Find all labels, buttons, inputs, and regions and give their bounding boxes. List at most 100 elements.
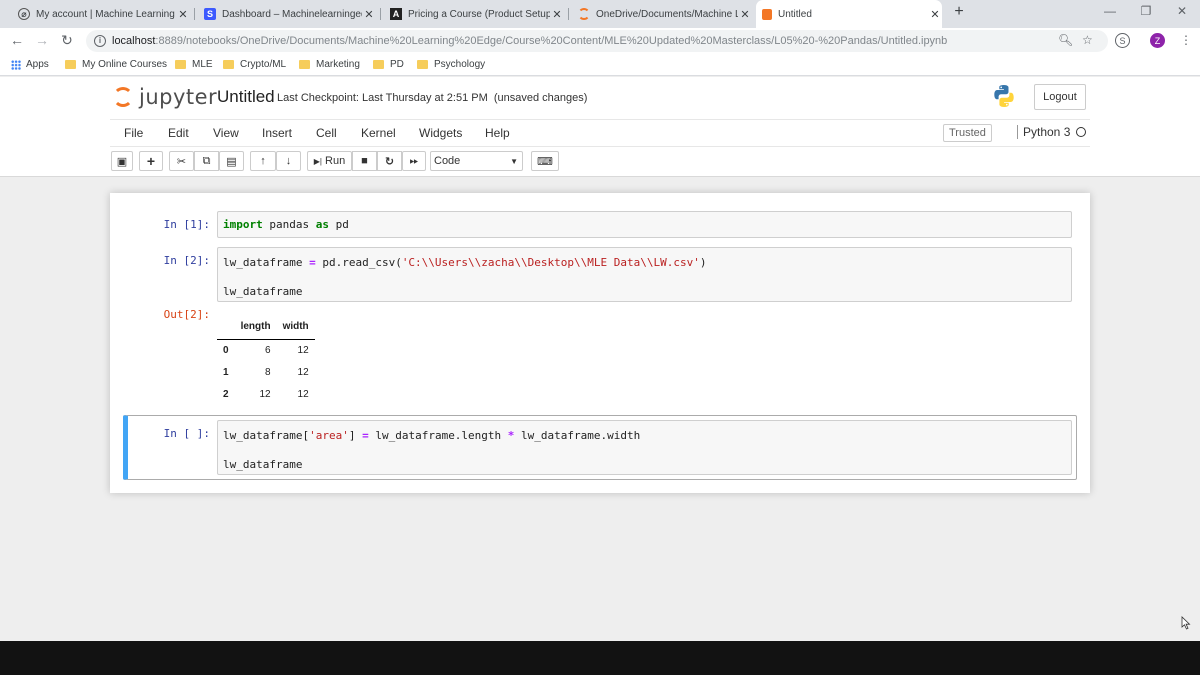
- menu-file[interactable]: File: [124, 126, 143, 140]
- save-button[interactable]: ▣: [111, 151, 133, 171]
- cut-button[interactable]: ✂: [169, 151, 194, 171]
- folder-icon: [223, 60, 234, 69]
- plus-icon: +: [146, 153, 156, 169]
- chevron-down-icon: ▼: [510, 156, 518, 166]
- save-icon: ▣: [116, 155, 128, 168]
- row-index: 0: [223, 344, 229, 356]
- browser-tab-dashboard[interactable]: S Dashboard – Machinelearninged ✕: [198, 4, 376, 24]
- column-header: width: [276, 315, 315, 340]
- cell-length: 12: [259, 388, 271, 400]
- table-row: 1 8 12: [217, 361, 315, 383]
- bookmark-apps[interactable]: Apps: [11, 59, 49, 70]
- restore-icon[interactable]: ❐: [1139, 4, 1153, 18]
- browser-tab-my-account[interactable]: ⌀ My account | Machine Learning ✕: [12, 4, 190, 24]
- bookmark-crypto-ml[interactable]: Crypto/ML: [223, 59, 286, 70]
- menu-edit[interactable]: Edit: [168, 126, 189, 140]
- kernel-name: Python 3: [1023, 125, 1071, 139]
- notebook-tab-icon: [762, 8, 772, 20]
- reload-icon[interactable]: ↻: [59, 32, 75, 49]
- paste-button[interactable]: ▤: [219, 151, 244, 171]
- code-cell-1[interactable]: import pandas as pd: [217, 211, 1072, 238]
- close-tab-icon[interactable]: ✕: [550, 8, 564, 21]
- browser-tab-untitled[interactable]: Untitled ✕: [756, 0, 942, 28]
- address-bar[interactable]: i localhost:8889/notebooks/OneDrive/Docu…: [86, 30, 1108, 52]
- code-line: lw_dataframe: [223, 285, 303, 298]
- bookmark-my-online-courses[interactable]: My Online Courses: [65, 59, 167, 70]
- tab-title: OneDrive/Documents/Machine L: [596, 8, 738, 20]
- bookmark-star-icon[interactable]: ☆: [1082, 33, 1093, 47]
- folder-icon: [175, 60, 186, 69]
- arrow-up-icon: ↑: [260, 155, 266, 167]
- index-header: [217, 315, 235, 340]
- folder-icon: [65, 60, 76, 69]
- url-text[interactable]: localhost:8889/notebooks/OneDrive/Docume…: [112, 35, 947, 47]
- bookmark-mle[interactable]: MLE: [175, 59, 213, 70]
- restart-icon: ↻: [384, 155, 395, 168]
- bookmark-psychology[interactable]: Psychology: [417, 59, 485, 70]
- code-line: lw_dataframe = pd.read_csv('C:\\Users\\z…: [223, 256, 707, 269]
- code-line: lw_dataframe: [223, 458, 303, 471]
- autosave-status: (unsaved changes): [493, 92, 588, 104]
- jupyter-logo-icon: [113, 87, 133, 107]
- browser-toolbar: ← → ↻ i localhost:8889/notebooks/OneDriv…: [0, 28, 1200, 54]
- close-window-icon[interactable]: ✕: [1175, 4, 1189, 18]
- jupyter-tab-icon: [578, 8, 590, 20]
- menu-help[interactable]: Help: [485, 126, 510, 140]
- cell-type-select[interactable]: Code ▼: [430, 151, 523, 171]
- jupyter-logo[interactable]: jupyter: [113, 85, 217, 109]
- code-cell-3[interactable]: lw_dataframe['area'] = lw_dataframe.leng…: [217, 420, 1072, 475]
- bookmarks-bar: Apps My Online Courses MLE Crypto/ML Mar…: [0, 54, 1200, 76]
- cell-width: 12: [297, 366, 309, 378]
- close-tab-icon[interactable]: ✕: [176, 8, 190, 21]
- menu-view[interactable]: View: [213, 126, 239, 140]
- tab-separator: [568, 8, 569, 20]
- menu-insert[interactable]: Insert: [262, 126, 292, 140]
- forward-icon[interactable]: →: [34, 32, 50, 48]
- command-palette-button[interactable]: ⌨: [531, 151, 559, 171]
- notebook-title[interactable]: Untitled: [217, 87, 275, 107]
- back-icon[interactable]: ←: [9, 32, 25, 48]
- notebook-menubar: File Edit View Insert Cell Kernel Widget…: [110, 119, 1090, 147]
- paste-icon: ▤: [226, 155, 237, 168]
- logout-button[interactable]: Logout: [1034, 84, 1086, 110]
- insert-cell-button[interactable]: +: [139, 151, 163, 171]
- table-row: 0 6 12: [217, 339, 315, 361]
- scissors-icon: ✂: [176, 155, 187, 168]
- code-cell-2[interactable]: lw_dataframe = pd.read_csv('C:\\Users\\z…: [217, 247, 1072, 302]
- restart-button[interactable]: ↻: [377, 151, 402, 171]
- browser-menu-icon[interactable]: ⋮: [1180, 33, 1192, 47]
- taskbar: [0, 641, 1200, 675]
- close-tab-icon[interactable]: ✕: [738, 8, 752, 21]
- site-info-icon[interactable]: i: [94, 35, 106, 47]
- bookmark-marketing[interactable]: Marketing: [299, 59, 360, 70]
- new-tab-icon[interactable]: +: [950, 3, 968, 21]
- bookmark-pd[interactable]: PD: [373, 59, 404, 70]
- extension-icon[interactable]: S: [1115, 33, 1130, 48]
- browser-tab-strip: ⌀ My account | Machine Learning ✕ S Dash…: [0, 0, 1200, 28]
- minimize-icon[interactable]: —: [1103, 4, 1117, 18]
- close-tab-icon[interactable]: ✕: [928, 8, 942, 21]
- browser-tab-pricing[interactable]: A Pricing a Course (Product Setup) ✕: [384, 4, 564, 24]
- checkpoint-status: Last Checkpoint: Last Thursday at 2:51 P…: [277, 92, 588, 104]
- browser-tab-onedrive[interactable]: OneDrive/Documents/Machine L ✕: [572, 4, 752, 24]
- column-header: length: [234, 315, 277, 340]
- keyboard-icon: ⌨: [537, 155, 553, 168]
- close-tab-icon[interactable]: ✕: [362, 8, 376, 21]
- tab-title: Pricing a Course (Product Setup): [408, 8, 550, 20]
- copy-button[interactable]: ⧉: [194, 151, 219, 171]
- menu-kernel[interactable]: Kernel: [361, 126, 396, 140]
- run-button[interactable]: ▶| Run: [307, 151, 352, 171]
- menu-widgets[interactable]: Widgets: [419, 126, 462, 140]
- move-down-button[interactable]: ↓: [276, 151, 301, 171]
- table-header-row: length width: [217, 315, 315, 340]
- code-line: import pandas as pd: [223, 218, 349, 231]
- tab-title: Dashboard – Machinelearninged: [222, 8, 362, 20]
- move-up-button[interactable]: ↑: [250, 151, 276, 171]
- zoom-icon[interactable]: 🔍︎: [1058, 33, 1073, 47]
- trusted-indicator[interactable]: Trusted: [943, 124, 992, 142]
- interrupt-button[interactable]: ■: [352, 151, 377, 171]
- menu-cell[interactable]: Cell: [316, 126, 337, 140]
- restart-run-all-button[interactable]: ⏩︎: [402, 151, 426, 171]
- cell-length: 6: [265, 344, 271, 356]
- profile-avatar[interactable]: Z: [1150, 33, 1165, 48]
